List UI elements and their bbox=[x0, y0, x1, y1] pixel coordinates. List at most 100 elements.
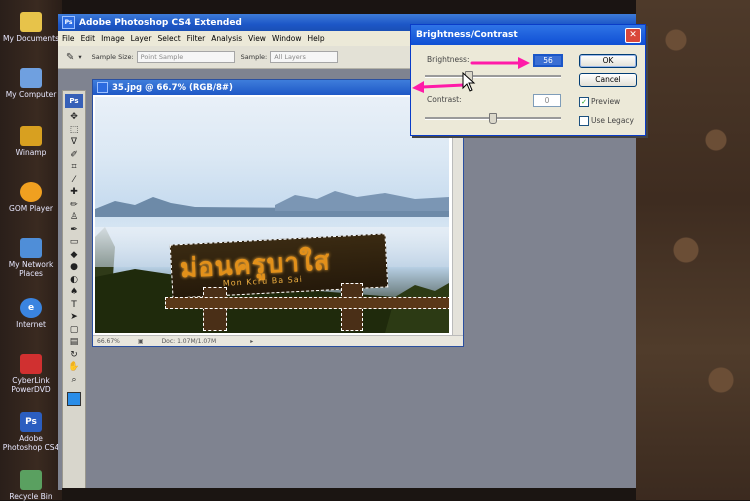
document-icon bbox=[97, 82, 108, 93]
contrast-slider-thumb[interactable] bbox=[489, 113, 497, 124]
dialog-titlebar[interactable]: Brightness/Contrast ✕ bbox=[411, 25, 645, 45]
desktop-icon-label: My Computer bbox=[5, 90, 57, 99]
preview-checkbox[interactable]: ✓ bbox=[579, 97, 589, 107]
document-window: 35.jpg @ 66.7% (RGB/8#) ม่อนครูบาใส Mon … bbox=[92, 79, 464, 347]
desktop-icon-label: My Network Places bbox=[8, 260, 54, 278]
path-select-tool-icon[interactable]: ➤ bbox=[66, 312, 82, 323]
eyedropper-icon[interactable]: ✎ bbox=[66, 52, 74, 63]
document-size-info[interactable]: Doc: 1.07M/1.07M bbox=[162, 338, 217, 345]
sample-size-select[interactable]: Point Sample bbox=[136, 51, 235, 63]
desktop-wallpaper bbox=[636, 0, 750, 500]
desktop-icon-label: Adobe Photoshop CS4 bbox=[2, 434, 60, 452]
computer-icon bbox=[20, 68, 42, 88]
annotation-arrow-right-icon bbox=[470, 57, 530, 69]
menu-layer[interactable]: Layer bbox=[131, 34, 152, 43]
menu-image[interactable]: Image bbox=[101, 34, 125, 43]
document-titlebar[interactable]: 35.jpg @ 66.7% (RGB/8#) bbox=[93, 80, 463, 95]
desktop-icon-internet[interactable]: e Internet bbox=[2, 298, 60, 329]
annotation-arrow-left-icon bbox=[412, 81, 466, 93]
ie-icon: e bbox=[20, 298, 42, 318]
desktop-icon-label: CyberLink PowerDVD bbox=[11, 376, 51, 394]
tools-logo: Ps bbox=[65, 94, 83, 108]
zoom-tool-icon[interactable]: ⌕ bbox=[66, 375, 82, 386]
menu-view[interactable]: View bbox=[248, 34, 266, 43]
close-icon[interactable]: ✕ bbox=[625, 28, 641, 43]
photoshop-icon: Ps bbox=[20, 412, 42, 432]
contrast-label: Contrast: bbox=[427, 95, 462, 104]
shape-tool-icon[interactable]: ▢ bbox=[66, 325, 82, 336]
zoom-level[interactable]: 66.67% bbox=[97, 338, 120, 345]
sign-rail bbox=[165, 297, 449, 309]
sample-size-label: Sample Size: bbox=[91, 53, 134, 61]
desktop-icon-network[interactable]: My Network Places bbox=[2, 238, 60, 278]
desktop-icon-photoshop[interactable]: Ps Adobe Photoshop CS4 bbox=[2, 412, 60, 452]
ok-button[interactable]: OK bbox=[579, 54, 637, 68]
document-title: 35.jpg @ 66.7% (RGB/8#) bbox=[112, 82, 233, 93]
menu-analysis[interactable]: Analysis bbox=[211, 34, 242, 43]
spot-heal-tool-icon[interactable]: ✚ bbox=[66, 187, 82, 198]
cancel-button[interactable]: Cancel bbox=[579, 73, 637, 87]
quick-select-tool-icon[interactable]: ✐ bbox=[66, 150, 82, 161]
brush-tool-icon[interactable]: ✏ bbox=[66, 200, 82, 211]
sample-select[interactable]: All Layers bbox=[270, 51, 339, 63]
lasso-tool-icon[interactable]: ᐁ bbox=[66, 137, 82, 148]
desktop-icon-powerdvd[interactable]: CyberLink PowerDVD bbox=[2, 354, 60, 394]
menu-file[interactable]: File bbox=[62, 34, 75, 43]
desktop-icon-label: Internet bbox=[16, 320, 46, 329]
pen-tool-icon[interactable]: ♠ bbox=[66, 287, 82, 298]
document-status-bar: 66.67% ▣ Doc: 1.07M/1.07M ▸ bbox=[93, 335, 463, 346]
desktop-icon-label: My Documents bbox=[2, 34, 60, 43]
winamp-icon bbox=[20, 126, 42, 146]
paint-bucket-tool-icon[interactable]: ◆ bbox=[66, 250, 82, 261]
preview-label: Preview bbox=[591, 97, 621, 106]
desktop-icon-label: GOM Player bbox=[9, 204, 53, 213]
desktop-icon-recycle-bin[interactable]: Recycle Bin bbox=[2, 470, 60, 501]
eyedropper-tool-icon[interactable]: ⁄ bbox=[66, 175, 82, 186]
folder-icon bbox=[20, 12, 42, 32]
monitor-bezel bbox=[62, 488, 636, 500]
brightness-label: Brightness: bbox=[427, 55, 470, 64]
status-info-icon[interactable]: ▣ bbox=[138, 338, 144, 345]
brightness-slider[interactable] bbox=[425, 75, 561, 78]
desktop-left-panel: My Documents My Computer Winamp GOM Play… bbox=[0, 0, 62, 501]
type-tool-icon[interactable]: T bbox=[66, 300, 82, 311]
contrast-input[interactable]: 0 bbox=[533, 94, 561, 107]
desktop-icon-winamp[interactable]: Winamp bbox=[2, 126, 60, 157]
notes-tool-icon[interactable]: ▤ bbox=[66, 337, 82, 348]
photoshop-logo-icon: Ps bbox=[62, 16, 75, 29]
tools-panel: Ps ✥ ⬚ ᐁ ✐ ⌗ ⁄ ✚ ✏ ♙ ✒ ▭ ◆ ● ◐ ♠ T ➤ ▢ ▤… bbox=[62, 90, 86, 498]
desktop-icon-my-documents[interactable]: My Documents bbox=[2, 12, 60, 43]
menu-filter[interactable]: Filter bbox=[187, 34, 206, 43]
status-arrow-icon[interactable]: ▸ bbox=[250, 338, 253, 345]
app-title: Adobe Photoshop CS4 Extended bbox=[79, 17, 242, 28]
tool-preset-dropdown-icon[interactable]: ▾ bbox=[78, 53, 81, 61]
crop-tool-icon[interactable]: ⌗ bbox=[66, 162, 82, 173]
gom-player-icon bbox=[20, 182, 42, 202]
history-brush-tool-icon[interactable]: ✒ bbox=[66, 225, 82, 236]
menu-edit[interactable]: Edit bbox=[81, 34, 96, 43]
marquee-tool-icon[interactable]: ⬚ bbox=[66, 125, 82, 136]
dialog-title: Brightness/Contrast bbox=[416, 30, 518, 40]
hand-tool-icon[interactable]: ✋ bbox=[66, 362, 82, 373]
3d-rotate-tool-icon[interactable]: ↻ bbox=[66, 350, 82, 361]
desktop-icon-my-computer[interactable]: My Computer bbox=[2, 68, 60, 99]
sample-label: Sample: bbox=[240, 53, 268, 61]
desktop-icon-label: Winamp bbox=[15, 148, 47, 157]
blur-tool-icon[interactable]: ● bbox=[66, 262, 82, 273]
brightness-input[interactable]: 56 bbox=[533, 54, 563, 67]
desktop-icon-gom-player[interactable]: GOM Player bbox=[2, 182, 60, 213]
network-icon bbox=[20, 238, 42, 258]
menu-window[interactable]: Window bbox=[272, 34, 302, 43]
menu-help[interactable]: Help bbox=[308, 34, 325, 43]
use-legacy-checkbox[interactable] bbox=[579, 116, 589, 126]
eraser-tool-icon[interactable]: ▭ bbox=[66, 237, 82, 248]
move-tool-icon[interactable]: ✥ bbox=[66, 112, 82, 123]
powerdvd-icon bbox=[20, 354, 42, 374]
clone-stamp-tool-icon[interactable]: ♙ bbox=[66, 212, 82, 223]
dodge-tool-icon[interactable]: ◐ bbox=[66, 275, 82, 286]
foreground-color-swatch[interactable] bbox=[67, 391, 81, 406]
menu-select[interactable]: Select bbox=[158, 34, 181, 43]
use-legacy-label: Use Legacy bbox=[591, 116, 634, 125]
recycle-bin-icon bbox=[20, 470, 42, 490]
image-canvas[interactable]: ม่อนครูบาใส Mon Kcru Ba Sai bbox=[95, 97, 449, 333]
